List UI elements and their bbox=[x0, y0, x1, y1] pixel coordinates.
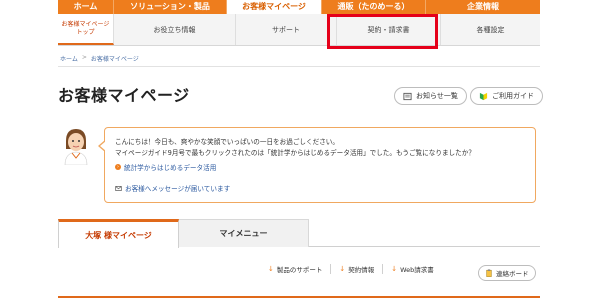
top-nav: ホーム ソリューション・製品 お客様マイページ 通販（たのめーる） 企業情報 bbox=[58, 0, 540, 14]
breadcrumb-separator: > bbox=[81, 54, 87, 61]
customer-message-link-label: お客様へメッセージが届いています bbox=[125, 185, 231, 193]
contract-info-link[interactable]: ↓ 契約情報 bbox=[331, 264, 384, 274]
breadcrumb-home[interactable]: ホーム bbox=[60, 54, 78, 63]
guide-text: マイページガイド9月号で最もクリックされたのは「統計学からはじめるデータ活用」で… bbox=[115, 149, 475, 157]
web-invoice-link[interactable]: ↓ Web請求書 bbox=[383, 264, 442, 274]
contact-board-label: 連絡ボード bbox=[496, 270, 529, 278]
bottom-divider bbox=[58, 296, 540, 298]
breadcrumb-current[interactable]: お客様マイページ bbox=[91, 54, 139, 63]
clipboard-icon bbox=[486, 269, 492, 277]
message-icon bbox=[115, 185, 122, 191]
top-nav-mypage[interactable]: お客様マイページ bbox=[227, 0, 322, 14]
message-box: こんにちは！今日も、爽やかな笑顔でいっぱいの一日をお過ごしください。 マイページ… bbox=[98, 127, 536, 203]
down-arrow-icon: ↓ bbox=[339, 265, 346, 273]
subnav-useful-info[interactable]: お役立ち情報 bbox=[114, 14, 236, 45]
beginner-mark-icon bbox=[479, 92, 488, 100]
arrow-circle-icon: › bbox=[115, 164, 121, 170]
data-utilization-link-label: 統計学からはじめるデータ活用 bbox=[124, 164, 217, 172]
data-utilization-link[interactable]: › 統計学からはじめるデータ活用 bbox=[115, 162, 216, 172]
highlight-box bbox=[327, 14, 438, 49]
top-nav-company[interactable]: 企業情報 bbox=[426, 0, 540, 14]
news-list-label: お知らせ一覧 bbox=[416, 92, 458, 100]
subnav-settings[interactable]: 各種設定 bbox=[441, 14, 540, 45]
breadcrumb: ホーム > お客様マイページ bbox=[60, 54, 139, 63]
contact-board-button[interactable]: 連絡ボード bbox=[478, 265, 536, 281]
subnav-mypage-top-line1: お客様マイページ bbox=[61, 20, 110, 28]
subnav-support[interactable]: サポート bbox=[236, 14, 337, 45]
user-guide-label: ご利用ガイド bbox=[492, 92, 534, 100]
down-arrow-icon: ↓ bbox=[391, 265, 398, 273]
user-guide-button[interactable]: ご利用ガイド bbox=[470, 87, 543, 105]
divider bbox=[58, 66, 540, 67]
sub-nav: お客様マイページ トップ お役立ち情報 サポート 契約・請求書 各種設定 bbox=[58, 14, 540, 46]
news-list-button[interactable]: お知らせ一覧 bbox=[394, 87, 467, 105]
news-icon bbox=[403, 92, 412, 100]
customer-message-link[interactable]: お客様へメッセージが届いています bbox=[115, 183, 230, 193]
mypage-tabs: 大塚 様マイページ マイメニュー bbox=[58, 219, 540, 248]
greeting-text: こんにちは！今日も、爽やかな笑顔でいっぱいの一日をお過ごしください。 bbox=[115, 138, 339, 146]
top-nav-home[interactable]: ホーム bbox=[58, 0, 114, 14]
top-nav-solutions[interactable]: ソリューション・製品 bbox=[114, 0, 227, 14]
quick-links: ↓ 製品のサポート ↓ 契約情報 ↓ Web請求書 bbox=[260, 264, 442, 274]
product-support-label: 製品のサポート bbox=[276, 266, 323, 274]
tab-my-menu[interactable]: マイメニュー bbox=[179, 219, 309, 247]
operator-avatar bbox=[64, 129, 88, 165]
subnav-mypage-top[interactable]: お客様マイページ トップ bbox=[58, 14, 114, 45]
product-support-link[interactable]: ↓ 製品のサポート bbox=[260, 264, 332, 274]
contract-info-label: 契約情報 bbox=[348, 266, 375, 274]
top-nav-tanomeru[interactable]: 通販（たのめーる） bbox=[322, 0, 426, 14]
subnav-mypage-top-line2: トップ bbox=[76, 28, 95, 36]
web-invoice-label: Web請求書 bbox=[400, 266, 434, 274]
page-title: お客様マイページ bbox=[58, 86, 190, 105]
down-arrow-icon: ↓ bbox=[268, 265, 274, 273]
tab-my-page[interactable]: 大塚 様マイページ bbox=[58, 219, 179, 248]
